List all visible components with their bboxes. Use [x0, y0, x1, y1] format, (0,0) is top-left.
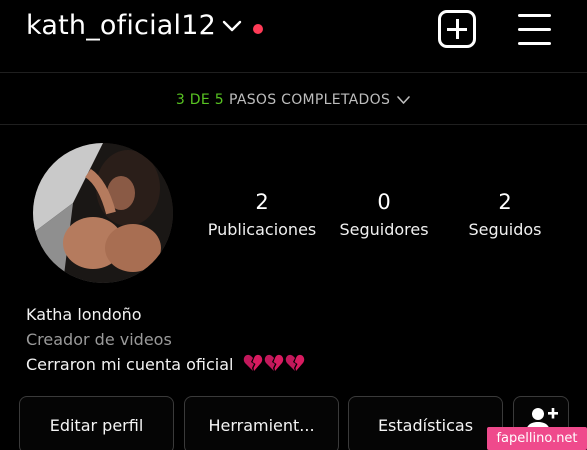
- posts-value: 2: [255, 190, 269, 214]
- tools-button[interactable]: Herramient...: [184, 396, 339, 450]
- posts-label: Publicaciones: [207, 220, 317, 239]
- broken-heart-icon: [264, 354, 283, 371]
- profile-bio: Cerraron mi cuenta oficial: [26, 354, 305, 374]
- profile-name: Katha londoño: [26, 305, 142, 324]
- steps-label: PASOS COMPLETADOS: [228, 92, 391, 108]
- avatar[interactable]: [33, 143, 173, 283]
- following-label: Seguidos: [468, 220, 542, 239]
- edit-profile-button[interactable]: Editar perfil: [19, 396, 174, 450]
- divider: [0, 124, 587, 125]
- following-count[interactable]: 2 Seguidos: [458, 190, 552, 239]
- followers-value: 0: [377, 190, 391, 214]
- broken-heart-icon: [243, 354, 262, 371]
- bio-text: Cerraron mi cuenta oficial: [26, 355, 234, 374]
- insights-button[interactable]: Estadísticas: [348, 396, 503, 450]
- notification-dot: [253, 24, 263, 34]
- following-value: 2: [498, 190, 512, 214]
- username[interactable]: kath_oficial12: [26, 10, 216, 41]
- profile-header: kath_oficial12: [0, 0, 587, 72]
- hamburger-menu-icon[interactable]: [516, 12, 554, 48]
- setup-progress[interactable]: 3 DE 5 PASOS COMPLETADOS: [0, 78, 587, 122]
- watermark: fapellino.net: [487, 427, 587, 450]
- steps-count: 3 DE 5: [175, 92, 224, 108]
- followers-count[interactable]: 0 Seguidores: [332, 190, 436, 239]
- broken-heart-icon: [285, 354, 304, 371]
- broken-heart-icons: [242, 354, 305, 372]
- profile-category: Creador de videos: [26, 330, 172, 349]
- followers-label: Seguidores: [339, 220, 429, 239]
- posts-count[interactable]: 2 Publicaciones: [202, 190, 322, 239]
- chevron-down-icon[interactable]: [221, 19, 243, 33]
- avatar-photo: [33, 143, 173, 283]
- plus-square-icon[interactable]: [438, 10, 476, 48]
- chevron-down-icon: [397, 96, 410, 104]
- divider: [0, 72, 587, 73]
